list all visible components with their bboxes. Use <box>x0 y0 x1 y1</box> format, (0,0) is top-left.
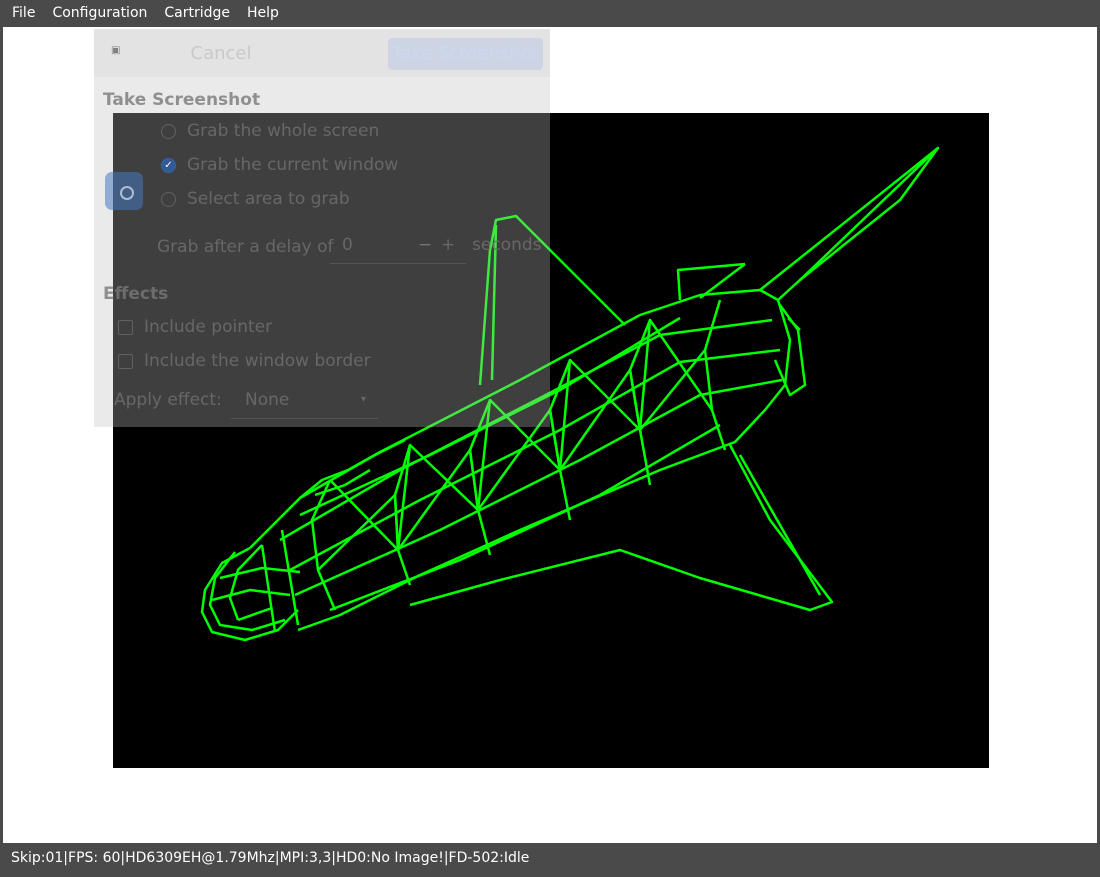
delay-spinbutton[interactable]: 0 − + <box>330 229 466 264</box>
radio-icon[interactable] <box>161 123 176 139</box>
screenshot-app-icon: ▣ <box>111 45 121 56</box>
radio-checked-icon[interactable]: ✓ <box>161 157 176 173</box>
status-bar: Skip:01|FPS: 60|HD6309EH@1.79Mhz|MPI:3,3… <box>0 843 1100 877</box>
include-border-label: Include the window border <box>144 351 371 371</box>
delay-row: Grab after a delay of <box>157 232 333 262</box>
option-select-area[interactable]: Select area to grab <box>161 189 350 209</box>
delay-unit-label: seconds <box>472 235 542 255</box>
apply-effect-dropdown[interactable]: None ▾ <box>231 384 378 419</box>
option-label: Select area to grab <box>187 189 350 209</box>
decrement-button[interactable]: − <box>418 235 432 255</box>
section-title-effects: Effects <box>103 284 169 304</box>
delay-label: Grab after a delay of <box>157 237 334 257</box>
apply-effect-value: None <box>245 390 290 410</box>
include-border-option[interactable]: Include the window border <box>118 351 371 371</box>
option-label: Grab the current window <box>187 155 399 175</box>
dialog-header: ▣ Cancel Take Screenshot <box>94 29 550 77</box>
checkbox-icon[interactable] <box>118 353 133 369</box>
menu-bar: File Configuration Cartridge Help <box>3 0 1097 27</box>
status-text: Skip:01|FPS: 60|HD6309EH@1.79Mhz|MPI:3,3… <box>11 850 530 866</box>
menu-file[interactable]: File <box>3 0 43 27</box>
menu-cartridge[interactable]: Cartridge <box>155 0 238 27</box>
chevron-down-icon: ▾ <box>361 394 367 405</box>
camera-icon <box>105 172 143 210</box>
menu-configuration[interactable]: Configuration <box>43 0 155 27</box>
cancel-button[interactable]: Cancel <box>186 40 256 68</box>
option-label: Grab the whole screen <box>187 121 380 141</box>
section-title-take-screenshot: Take Screenshot <box>103 90 261 110</box>
screenshot-dialog: ▣ Cancel Take Screenshot Take Screenshot… <box>94 29 550 427</box>
include-pointer-option[interactable]: Include pointer <box>118 317 272 337</box>
include-pointer-label: Include pointer <box>144 317 273 337</box>
apply-effect-label: Apply effect: <box>114 390 222 410</box>
increment-button[interactable]: + <box>441 235 455 255</box>
take-screenshot-button[interactable]: Take Screenshot <box>388 38 543 70</box>
option-current-window[interactable]: ✓ Grab the current window <box>161 155 398 175</box>
radio-icon[interactable] <box>161 191 176 207</box>
option-whole-screen[interactable]: Grab the whole screen <box>161 121 379 141</box>
menu-help[interactable]: Help <box>238 0 287 27</box>
delay-value[interactable]: 0 <box>342 235 353 255</box>
checkbox-icon[interactable] <box>118 319 133 335</box>
